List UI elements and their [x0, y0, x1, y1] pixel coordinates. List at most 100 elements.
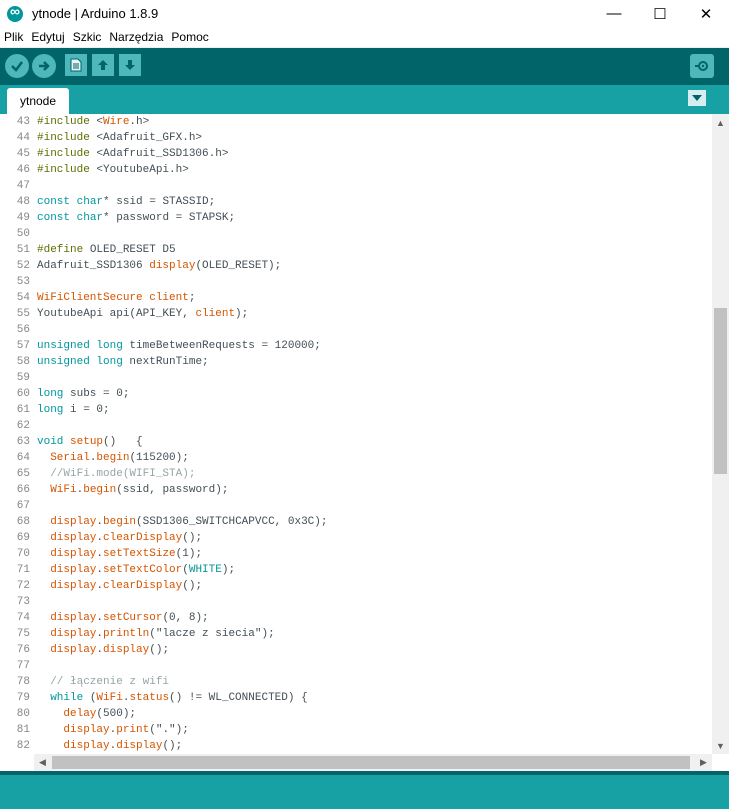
code-line[interactable]: 79 while (WiFi.status() != WL_CONNECTED)…	[0, 690, 308, 706]
menu-bar: Plik Edytuj Szkic Narzędzia Pomoc	[0, 27, 729, 48]
line-number: 65	[16, 468, 30, 480]
code-text: void setup() {	[37, 436, 143, 448]
code-line[interactable]: 57 unsigned long timeBetweenRequests = 12…	[0, 338, 321, 354]
scroll-up-icon[interactable]: ▲	[712, 114, 729, 131]
line-number: 63	[16, 436, 30, 448]
open-icon	[98, 60, 108, 70]
code-line[interactable]: 72 display.clearDisplay();	[0, 578, 202, 594]
code-text: #include <Adafruit_SSD1306.h>	[37, 148, 229, 160]
code-line[interactable]: 65 //WiFi.mode(WIFI_STA);	[0, 466, 196, 482]
line-number: 78	[16, 676, 30, 688]
code-text: unsigned long nextRunTime;	[37, 356, 209, 368]
code-line[interactable]: 71 display.setTextColor(WHITE);	[0, 562, 235, 578]
upload-button[interactable]	[32, 54, 56, 78]
code-line[interactable]: 55 YoutubeApi api(API_KEY, client);	[0, 306, 248, 322]
serial-monitor-icon	[695, 61, 708, 71]
code-line[interactable]: 82 display.display();	[0, 738, 182, 754]
code-text: display.setTextColor(WHITE);	[50, 564, 236, 576]
scroll-left-icon[interactable]: ◀	[34, 754, 51, 771]
menu-edytuj[interactable]: Edytuj	[27, 30, 68, 44]
code-line[interactable]: 59	[0, 370, 37, 386]
line-number: 67	[16, 500, 30, 512]
code-line[interactable]: 69 display.clearDisplay();	[0, 530, 202, 546]
tab-bar: ytnode	[0, 85, 729, 114]
code-line[interactable]: 66 WiFi.begin(ssid, password);	[0, 482, 229, 498]
tab-ytnode[interactable]: ytnode	[7, 88, 69, 114]
status-bar	[0, 771, 729, 809]
serial-monitor-button[interactable]	[690, 54, 714, 78]
upload-icon	[39, 61, 50, 71]
code-line[interactable]: 74 display.setCursor(0, 8);	[0, 610, 209, 626]
line-number: 80	[16, 708, 30, 720]
code-line[interactable]: 73	[0, 594, 37, 610]
code-text: //WiFi.mode(WIFI_STA);	[37, 468, 196, 480]
code-line[interactable]: 63 void setup() {	[0, 434, 143, 450]
menu-szkic[interactable]: Szkic	[69, 30, 106, 44]
code-text: display.display();	[63, 740, 183, 752]
horizontal-scroll-thumb[interactable]	[52, 756, 690, 769]
scroll-right-icon[interactable]: ▶	[695, 754, 712, 771]
code-line[interactable]: 58 unsigned long nextRunTime;	[0, 354, 209, 370]
tab-menu-button[interactable]	[688, 90, 706, 106]
code-line[interactable]: 49 const char* password = STAPSK;	[0, 210, 235, 226]
line-number: 82	[16, 740, 30, 752]
code-line[interactable]: 47	[0, 178, 37, 194]
code-line[interactable]: 52 Adafruit_SSD1306 display(OLED_RESET);	[0, 258, 281, 274]
minimize-button[interactable]: —	[591, 0, 637, 27]
chevron-down-icon	[692, 95, 702, 101]
code-text: // łączenie z wifi	[37, 676, 170, 688]
code-line[interactable]: 75 display.println("lacze z siecia");	[0, 626, 275, 642]
code-line[interactable]: 76 display.display();	[0, 642, 169, 658]
code-line[interactable]: 77	[0, 658, 37, 674]
toolbar	[0, 48, 729, 85]
code-editor[interactable]: 43 #include <Wire.h> 44 #include <Adafruit_…	[0, 114, 729, 754]
code-line[interactable]: 50	[0, 226, 37, 242]
code-line[interactable]: 81 display.print(".");	[0, 722, 189, 738]
code-line[interactable]: 64 Serial.begin(115200);	[0, 450, 189, 466]
open-button[interactable]	[92, 54, 114, 76]
vertical-scrollbar[interactable]: ▲ ▼	[712, 114, 729, 754]
code-line[interactable]: 80 delay(500);	[0, 706, 136, 722]
line-number: 62	[16, 420, 30, 432]
code-line[interactable]: 61 long i = 0;	[0, 402, 110, 418]
code-line[interactable]: 70 display.setTextSize(1);	[0, 546, 202, 562]
scroll-down-icon[interactable]: ▼	[712, 737, 729, 754]
menu-narzedzia[interactable]: Narzędzia	[105, 30, 167, 44]
verify-button[interactable]	[5, 54, 29, 78]
code-text: display.setCursor(0, 8);	[50, 612, 209, 624]
code-line[interactable]: 44 #include <Adafruit_GFX.h>	[0, 130, 202, 146]
menu-pomoc[interactable]: Pomoc	[167, 30, 212, 44]
vertical-scroll-thumb[interactable]	[714, 308, 727, 474]
code-text: while (WiFi.status() != WL_CONNECTED) {	[50, 692, 308, 704]
code-line[interactable]: 51 #define OLED_RESET D5	[0, 242, 176, 258]
code-line[interactable]: 68 display.begin(SSD1306_SWITCHCAPVCC, 0…	[0, 514, 328, 530]
save-button[interactable]	[119, 54, 141, 76]
save-icon	[125, 60, 135, 70]
code-line[interactable]: 62	[0, 418, 37, 434]
line-number: 64	[16, 452, 30, 464]
line-number: 52	[16, 260, 30, 272]
new-sketch-button[interactable]	[65, 54, 87, 76]
menu-plik[interactable]: Plik	[0, 30, 27, 44]
close-button[interactable]: ✕	[683, 0, 729, 27]
arduino-logo-icon	[7, 3, 23, 22]
code-line[interactable]: 45 #include <Adafruit_SSD1306.h>	[0, 146, 229, 162]
code-text: display.display();	[50, 644, 170, 656]
code-line[interactable]: 60 long subs = 0;	[0, 386, 130, 402]
line-number: 49	[16, 212, 30, 224]
code-line[interactable]: 78 // łączenie z wifi	[0, 674, 169, 690]
line-number: 54	[16, 292, 30, 304]
code-text: WiFi.begin(ssid, password);	[50, 484, 229, 496]
code-line[interactable]: 56	[0, 322, 37, 338]
maximize-button[interactable]: ☐	[637, 0, 683, 27]
code-line[interactable]: 43 #include <Wire.h>	[0, 114, 149, 130]
horizontal-scrollbar[interactable]: ◀ ▶	[34, 754, 712, 771]
code-line[interactable]: 67	[0, 498, 37, 514]
code-text: #define OLED_RESET D5	[37, 244, 176, 256]
code-line[interactable]: 46 #include <YoutubeApi.h>	[0, 162, 189, 178]
code-line[interactable]: 53	[0, 274, 37, 290]
code-line[interactable]: 54 WiFiClientSecure client;	[0, 290, 196, 306]
code-line[interactable]: 48 const char* ssid = STASSID;	[0, 194, 215, 210]
code-text: delay(500);	[63, 708, 137, 720]
line-number: 68	[16, 516, 30, 528]
